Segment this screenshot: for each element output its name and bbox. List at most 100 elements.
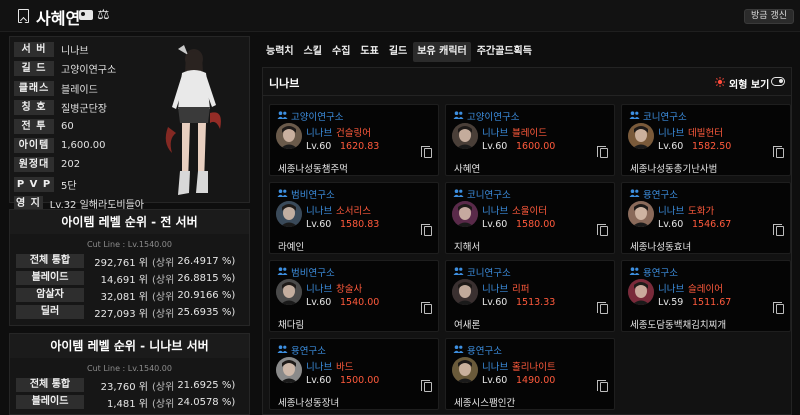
character-card[interactable]: 코니연구소 니나브 데빌헌터 Lv.60 1582.50 세종나성동총기난사범 [621,104,791,176]
users-icon [453,345,464,353]
profile-value: 질병군단장 [61,103,107,115]
character-server: 니나브 [658,206,685,217]
character-card[interactable]: 용연구소 니나브 도화가 Lv.60 1546.67 세종나성동효녀 [621,182,791,254]
profile-row: 길 드 고양이연구소 [14,60,144,78]
character-name: 세종시스팸인간 [454,398,516,409]
character-server: 니나브 [306,284,333,295]
character-card[interactable]: 용연구소 니나브 홀리나이트 Lv.60 1490.00 세종시스팸인간 [445,338,615,410]
rank-paren: (상위 [152,291,175,303]
copy-icon[interactable] [773,224,784,236]
character-guild: 코니연구소 [467,268,511,279]
copy-icon[interactable] [421,302,432,314]
copy-icon[interactable] [597,302,608,314]
character-portrait [452,279,478,305]
character-guild: 범비연구소 [291,268,335,279]
rank-label: 딜러 [16,305,84,319]
rank-label: 암살자 [16,288,84,302]
tab-item[interactable]: 능력치 [262,42,298,62]
character-card[interactable]: 코니연구소 니나브 리퍼 Lv.60 1513.33 여새론 [445,260,615,332]
copy-icon[interactable] [421,380,432,392]
character-item-level: 1546.67 [692,219,732,230]
character-item-level: 1600.00 [516,141,556,152]
character-guild: 고양이연구소 [467,112,520,123]
bookmark-icon[interactable] [18,9,29,23]
copy-icon[interactable] [773,146,784,158]
tab-item[interactable]: 길드 [385,42,411,62]
character-guild: 코니연구소 [467,190,511,201]
character-portrait [276,357,302,383]
character-card[interactable]: 코니연구소 니나브 소울이터 Lv.60 1580.00 지해서 [445,182,615,254]
character-guild: 용연구소 [643,190,678,201]
character-level: Lv.60 [482,219,508,230]
tab-item[interactable]: 스킬 [300,42,326,62]
character-name: 여새론 [454,320,481,331]
rank-paren: (상위 [152,257,175,269]
character-card[interactable]: 용연구소 니나브 바드 Lv.60 1500.00 세종나성동장녀 [269,338,439,410]
character-server: 니나브 [306,362,333,373]
users-icon [629,189,640,197]
character-name: 세종나성동효녀 [630,242,692,253]
character-card[interactable]: 용연구소 니나브 슬레이어 Lv.59 1511.67 세종도담동백채김치찌개 [621,260,791,332]
tab-item[interactable]: 보유 캐릭터 [413,42,471,62]
rank-count: 23,760 위 [100,381,148,393]
character-portrait [452,357,478,383]
character-class: 소서리스 [336,206,371,217]
character-server: 니나브 [482,362,509,373]
copy-icon[interactable] [597,224,608,236]
id-card-icon[interactable] [79,10,93,20]
copy-icon[interactable] [597,380,608,392]
appearance-view-label: 외형 보기 [729,80,770,91]
rank-row: 암살자 32,081 위 (상위 20.9166 %) [10,287,249,303]
rank-percent: 26.8815 %) [177,272,236,284]
copy-icon[interactable] [597,146,608,158]
character-item-level: 1580.00 [516,219,556,230]
profile-panel: 서 버 니나브 길 드 고양이연구소 클래스 블레이드 칭 호 질병군단장 전 투 60 아이템 1,… [9,36,250,211]
refresh-button[interactable]: 방금 갱신 [744,9,794,24]
character-guild: 용연구소 [467,346,502,357]
character-level: Lv.60 [306,375,332,386]
character-name: 세종나성동장녀 [278,398,340,409]
rank-label: 블레이드 [16,395,84,409]
rank-label: 전체 통합 [16,378,84,392]
character-level: Lv.60 [658,219,684,230]
profile-row: P V P 5단 [14,175,144,193]
character-card[interactable]: 범비연구소 니나브 소서리스 Lv.60 1580.83 라예인 [269,182,439,254]
character-level: Lv.60 [482,375,508,386]
copy-icon[interactable] [421,224,432,236]
scale-icon[interactable]: ⚖ [97,7,110,23]
character-level: Lv.60 [306,297,332,308]
character-level: Lv.59 [658,297,684,308]
copy-icon[interactable] [773,302,784,314]
rank-all-cutline: Cut Line : Lv.1540.00 [87,240,172,249]
character-item-level: 1511.67 [692,297,732,308]
character-portrait [628,279,654,305]
profile-row: 클래스 블레이드 [14,79,144,97]
profile-value: 60 [61,121,74,132]
tab-item[interactable]: 도표 [356,42,382,62]
character-card[interactable]: 고양이연구소 니나브 블레이드 Lv.60 1600.00 사혜연 [445,104,615,176]
character-server: 니나브 [658,128,685,139]
rank-row: 블레이드 14,691 위 (상위 26.8815 %) [10,270,249,286]
tab-item[interactable]: 주간골드획득 [473,42,536,62]
character-card[interactable]: 고양이연구소 니나브 건슬링어 Lv.60 1620.83 세종나성동챔주먹 [269,104,439,176]
tab-item[interactable]: 수집 [328,42,354,62]
character-class: 창술사 [336,284,363,295]
character-card[interactable]: 범비연구소 니나브 창술사 Lv.60 1540.00 채다림 [269,260,439,332]
character-item-level: 1580.83 [340,219,380,230]
character-guild: 고양이연구소 [291,112,344,123]
character-class: 바드 [336,362,354,373]
character-portrait [452,201,478,227]
copy-icon[interactable] [421,146,432,158]
profile-value: 5단 [61,180,77,192]
character-item-level: 1490.00 [516,375,556,386]
appearance-toggle[interactable] [771,77,785,86]
character-name: 라예인 [278,242,305,253]
rank-count: 227,093 위 [94,308,148,320]
rank-count: 292,761 위 [94,257,148,269]
character-level: Lv.60 [658,141,684,152]
users-icon [629,267,640,275]
character-server: 니나브 [306,206,333,217]
rank-count: 32,081 위 [100,291,148,303]
character-guild: 용연구소 [643,268,678,279]
character-class: 리퍼 [512,284,530,295]
